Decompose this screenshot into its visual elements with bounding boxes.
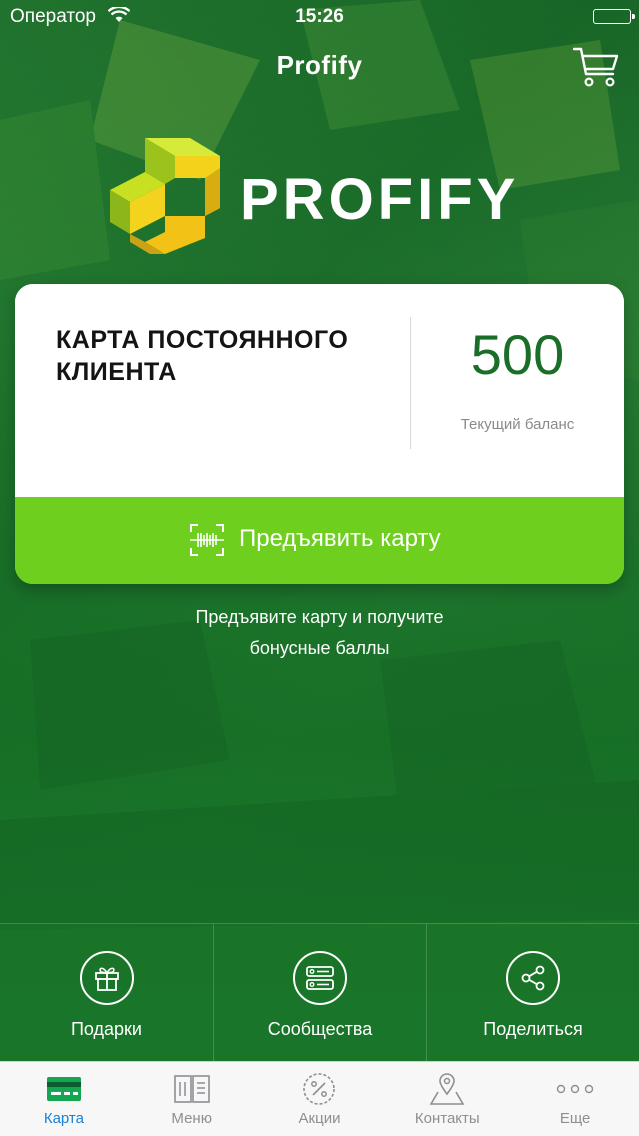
map-pin-icon xyxy=(427,1072,467,1106)
card-info: КАРТА ПОСТОЯННОГО КЛИЕНТА 500 Текущий ба… xyxy=(15,284,624,496)
loyalty-card: КАРТА ПОСТОЯННОГО КЛИЕНТА 500 Текущий ба… xyxy=(15,284,624,584)
communities-icon xyxy=(293,951,347,1005)
tab-promotions-label: Акции xyxy=(298,1110,341,1127)
tab-menu-label: Меню xyxy=(171,1110,212,1127)
present-card-button[interactable]: Предъявить карту xyxy=(15,497,624,584)
tab-contacts-label: Контакты xyxy=(414,1110,480,1127)
action-communities-label: Сообщества xyxy=(267,1019,373,1039)
tab-bar: Карта Меню Акции Контакты Еще xyxy=(0,1061,639,1136)
brand-logo: PROFIFY xyxy=(110,138,530,254)
cart-button[interactable] xyxy=(572,46,619,88)
hint-line-2: бонусные баллы xyxy=(249,638,390,658)
tab-promotions[interactable]: Акции xyxy=(256,1062,384,1136)
share-icon xyxy=(506,951,560,1005)
logo-mark-icon xyxy=(110,138,220,254)
tab-more-label: Еще xyxy=(559,1110,591,1127)
tab-card-label: Карта xyxy=(43,1110,84,1127)
action-share-label: Поделиться xyxy=(483,1019,583,1039)
action-communities[interactable]: Сообщества xyxy=(213,924,426,1062)
present-card-label: Предъявить карту xyxy=(239,525,441,552)
tab-more[interactable]: Еще xyxy=(511,1062,639,1136)
quick-actions: Подарки Сообщества Поделиться xyxy=(0,923,639,1062)
barcode-scan-icon xyxy=(190,524,224,556)
gift-icon xyxy=(79,951,134,1005)
cart-icon xyxy=(572,47,619,87)
status-bar: Оператор 15:26 xyxy=(0,0,639,34)
tab-contacts[interactable]: Контакты xyxy=(383,1062,511,1136)
card-icon xyxy=(44,1072,84,1106)
tab-menu[interactable]: Меню xyxy=(128,1062,256,1136)
action-share[interactable]: Поделиться xyxy=(426,924,639,1062)
logo-wordmark: PROFIFY xyxy=(240,167,520,232)
tab-card[interactable]: Карта xyxy=(0,1062,128,1136)
balance-value: 500 xyxy=(470,323,565,386)
action-gifts-label: Подарки xyxy=(70,1019,142,1039)
hint-line-1: Предъявите карту и получите xyxy=(195,607,444,627)
nav-title: Profify xyxy=(276,50,363,80)
action-gifts[interactable]: Подарки xyxy=(0,924,213,1062)
menu-book-icon xyxy=(172,1072,212,1106)
battery-icon xyxy=(593,9,635,24)
card-title: КАРТА ПОСТОЯННОГО КЛИЕНТА xyxy=(56,326,349,386)
balance-label: Текущий баланс xyxy=(460,416,575,433)
hint-text: Предъявите карту и получите бонусные бал… xyxy=(0,602,639,664)
more-icon xyxy=(555,1072,595,1106)
clock: 15:26 xyxy=(295,6,344,27)
percent-badge-icon xyxy=(299,1072,339,1106)
